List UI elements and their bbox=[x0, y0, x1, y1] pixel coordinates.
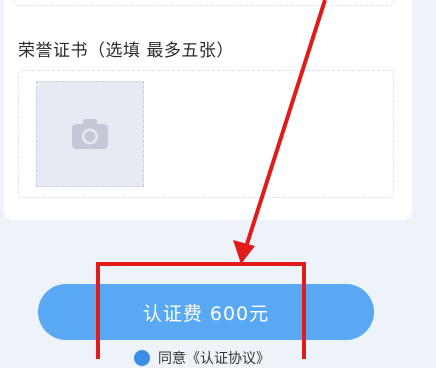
pay-certification-fee-button[interactable]: 认证费 600元 bbox=[38, 284, 374, 340]
agreement-checkbox[interactable] bbox=[134, 350, 150, 366]
agreement-text[interactable]: 同意《认证协议》 bbox=[158, 348, 270, 368]
previous-upload-area bbox=[14, 0, 394, 6]
agreement-row: 同意《认证协议》 bbox=[134, 348, 270, 368]
honor-certificate-upload-slot[interactable] bbox=[36, 81, 144, 187]
annotation-arrowhead bbox=[233, 240, 255, 264]
honor-certificate-label: 荣誉证书（选填 最多五张） bbox=[18, 41, 234, 61]
camera-icon bbox=[72, 119, 108, 149]
